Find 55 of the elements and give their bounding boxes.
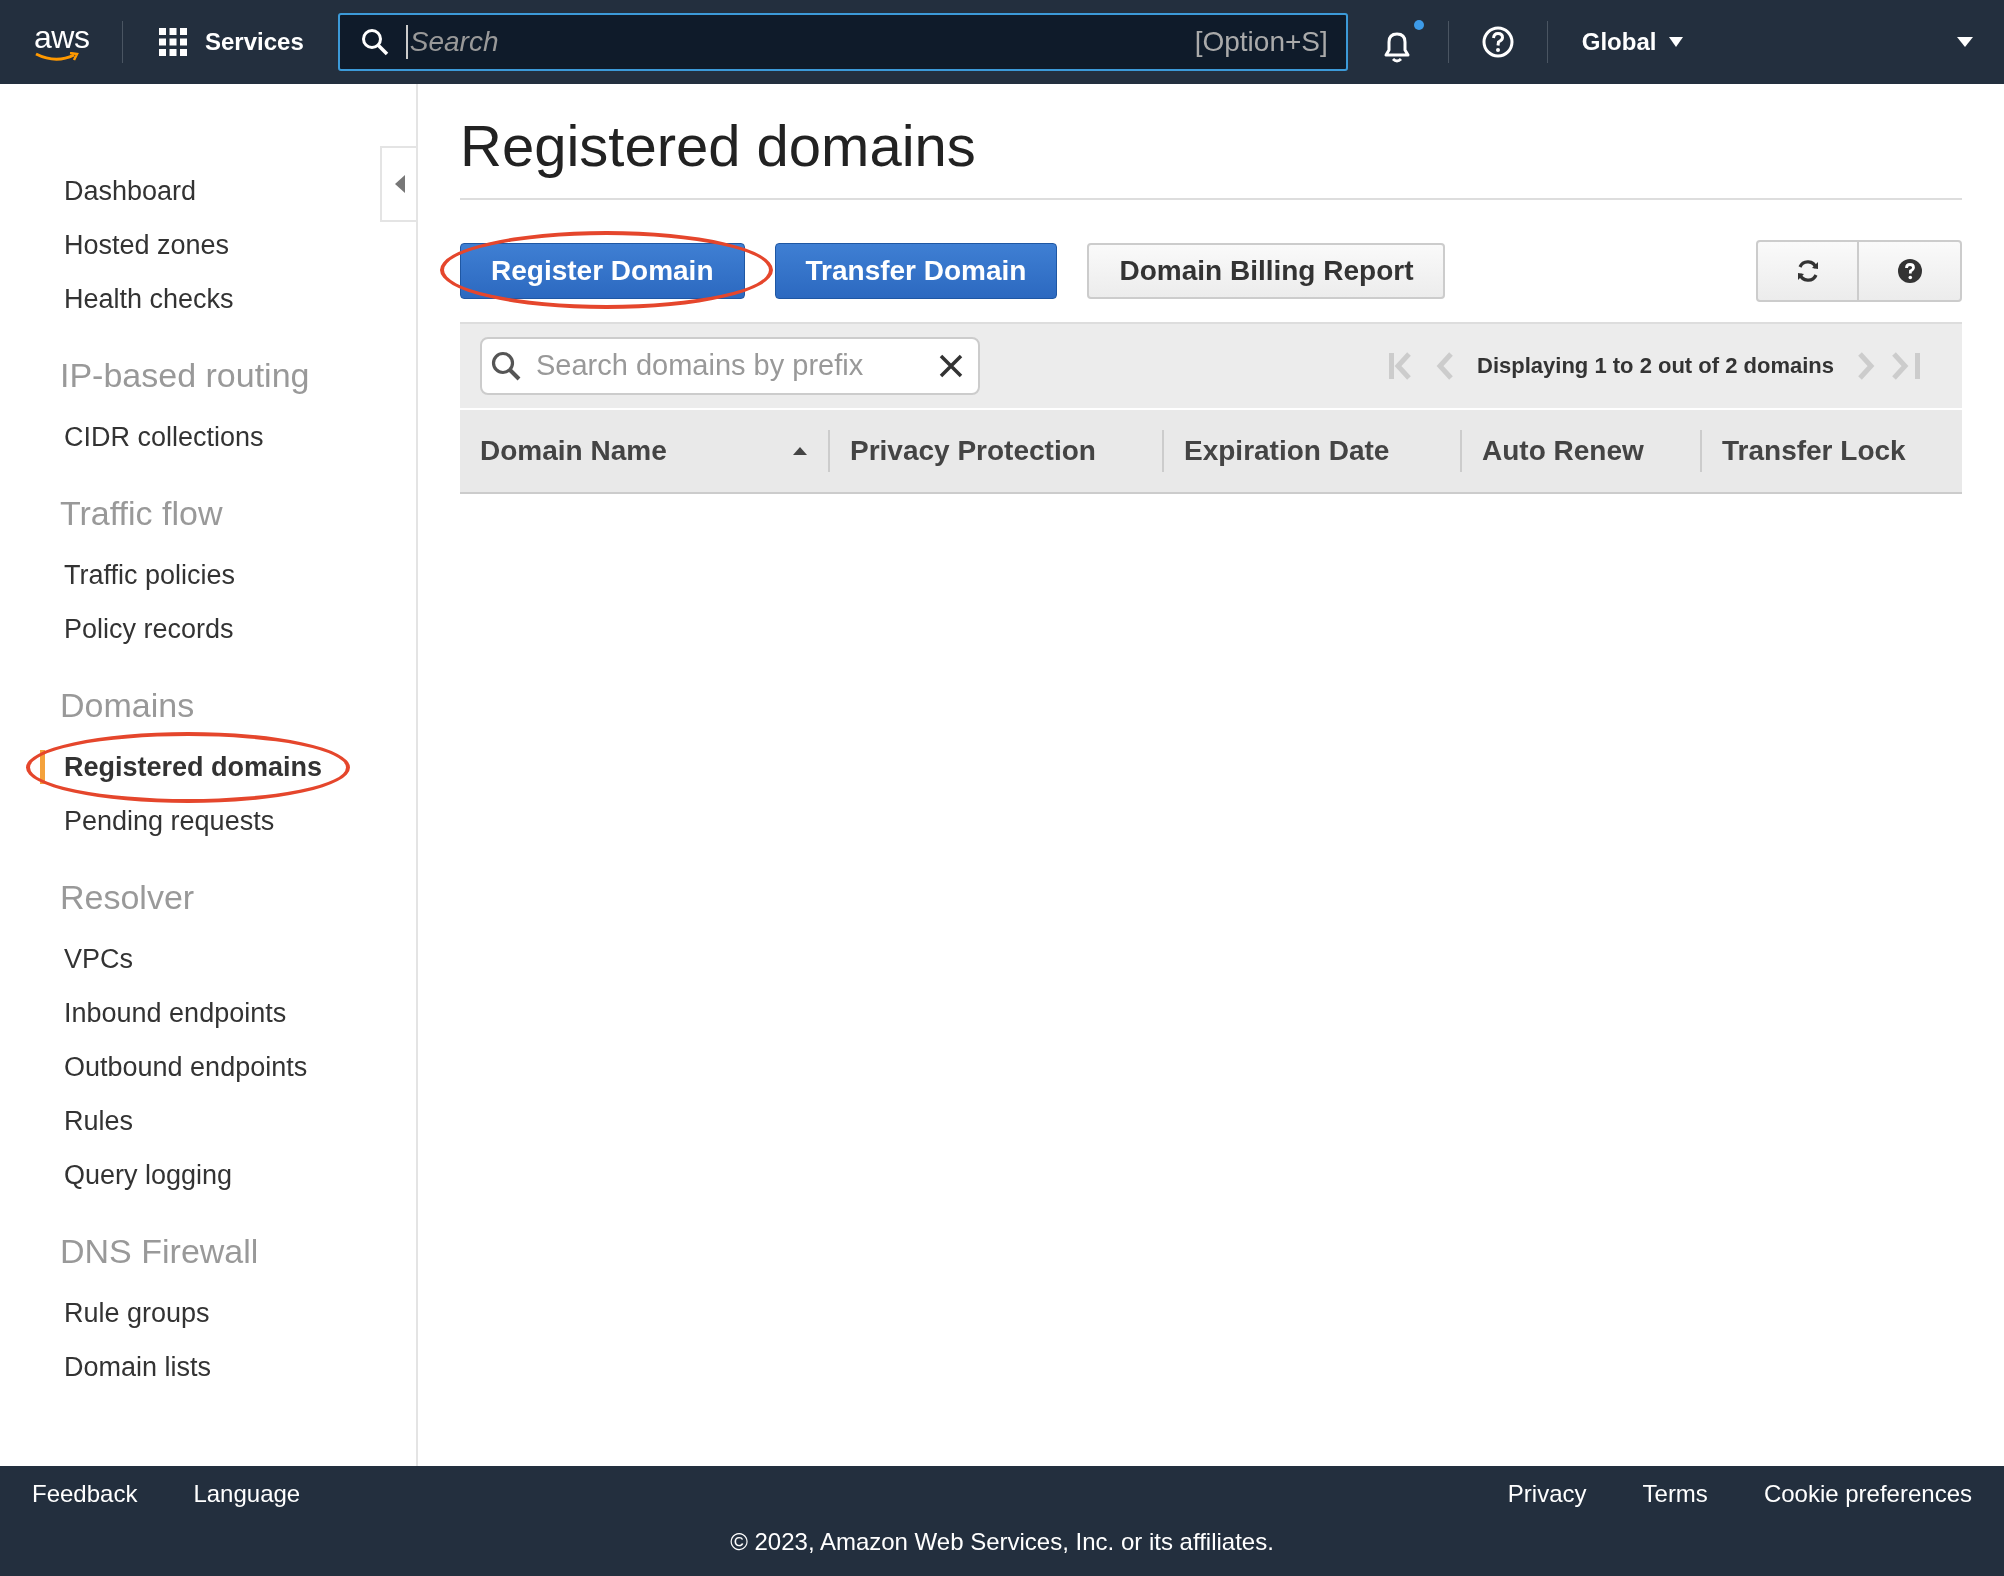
help-icon[interactable] <box>1480 25 1515 59</box>
pagination-text: Displaying 1 to 2 out of 2 domains <box>1477 352 1834 379</box>
domain-search-bar[interactable]: Search domains by prefix <box>480 336 980 395</box>
column-header[interactable]: Transfer Lock <box>1700 429 1962 472</box>
nav-item[interactable]: Outbound endpoints <box>64 1051 308 1082</box>
clear-icon[interactable] <box>938 352 964 379</box>
nav-item[interactable]: Registered domains <box>64 751 323 782</box>
region-selector[interactable]: Global <box>1569 28 1697 56</box>
caret-left-icon <box>394 174 406 194</box>
nav-item[interactable]: Hosted zones <box>64 229 230 260</box>
column-header[interactable]: Domain Name <box>460 429 828 472</box>
caret-down-icon[interactable] <box>1956 36 1974 48</box>
page-title: Registered domains <box>460 114 1962 200</box>
services-menu-button[interactable]: Services <box>145 26 316 58</box>
column-header[interactable]: Expiration Date <box>1162 429 1460 472</box>
shortcut-hint: [Option+S] <box>1194 26 1328 58</box>
nav-item[interactable]: Inbound endpoints <box>64 997 287 1028</box>
nav-item[interactable]: Pending requests <box>64 805 275 836</box>
primary-button[interactable]: Register Domain <box>460 242 745 299</box>
nav-item[interactable]: Rule groups <box>64 1297 210 1328</box>
nav-item[interactable]: Domain lists <box>64 1351 212 1382</box>
nav-item[interactable]: Traffic policies <box>64 559 236 590</box>
nav-item[interactable]: Health checks <box>64 283 234 314</box>
copyright-text: © 2023, Amazon Web Services, Inc. or its affiliates. <box>729 1528 1275 1556</box>
nav-item[interactable]: Rules <box>64 1105 134 1136</box>
aws-logo[interactable]: aws <box>34 22 100 62</box>
search-icon <box>490 349 522 382</box>
refresh-button[interactable] <box>1756 239 1859 302</box>
primary-button[interactable]: Transfer Domain <box>774 242 1058 299</box>
footer-link[interactable]: Terms <box>1642 1480 1708 1508</box>
search-input[interactable]: Search <box>405 25 1179 59</box>
nav-item[interactable]: Query logging <box>64 1159 233 1190</box>
footer-link[interactable]: Feedback <box>32 1480 138 1508</box>
search-icon <box>359 27 390 57</box>
footer-link[interactable]: Language <box>193 1480 301 1508</box>
footer-link[interactable]: Privacy <box>1507 1480 1587 1508</box>
search-bar[interactable]: Search [Option+S] <box>337 13 1348 71</box>
nav-section-heading: Domains <box>59 685 196 726</box>
nav-section-heading: Resolver <box>59 877 196 918</box>
nav-section-heading: DNS Firewall <box>59 1231 260 1272</box>
footer-link[interactable]: Cookie preferences <box>1763 1480 1972 1508</box>
collapse-sidebar-button[interactable] <box>380 146 416 222</box>
nav-item[interactable]: VPCs <box>64 943 134 974</box>
grid-icon <box>157 26 189 58</box>
column-header[interactable]: Auto Renew <box>1460 429 1700 472</box>
help-icon <box>1896 257 1923 284</box>
column-header[interactable]: Privacy Protection <box>828 429 1162 472</box>
nav-item[interactable]: Dashboard <box>64 175 197 206</box>
nav-item[interactable]: CIDR collections <box>64 421 264 452</box>
secondary-button[interactable]: Domain Billing Report <box>1087 242 1446 299</box>
caret-down-icon <box>1668 36 1685 48</box>
help-button[interactable] <box>1859 239 1962 302</box>
nav-item[interactable]: Policy records <box>64 613 234 644</box>
nav-section-heading: IP-based routing <box>59 355 311 396</box>
nav-section-heading: Traffic flow <box>59 493 224 534</box>
